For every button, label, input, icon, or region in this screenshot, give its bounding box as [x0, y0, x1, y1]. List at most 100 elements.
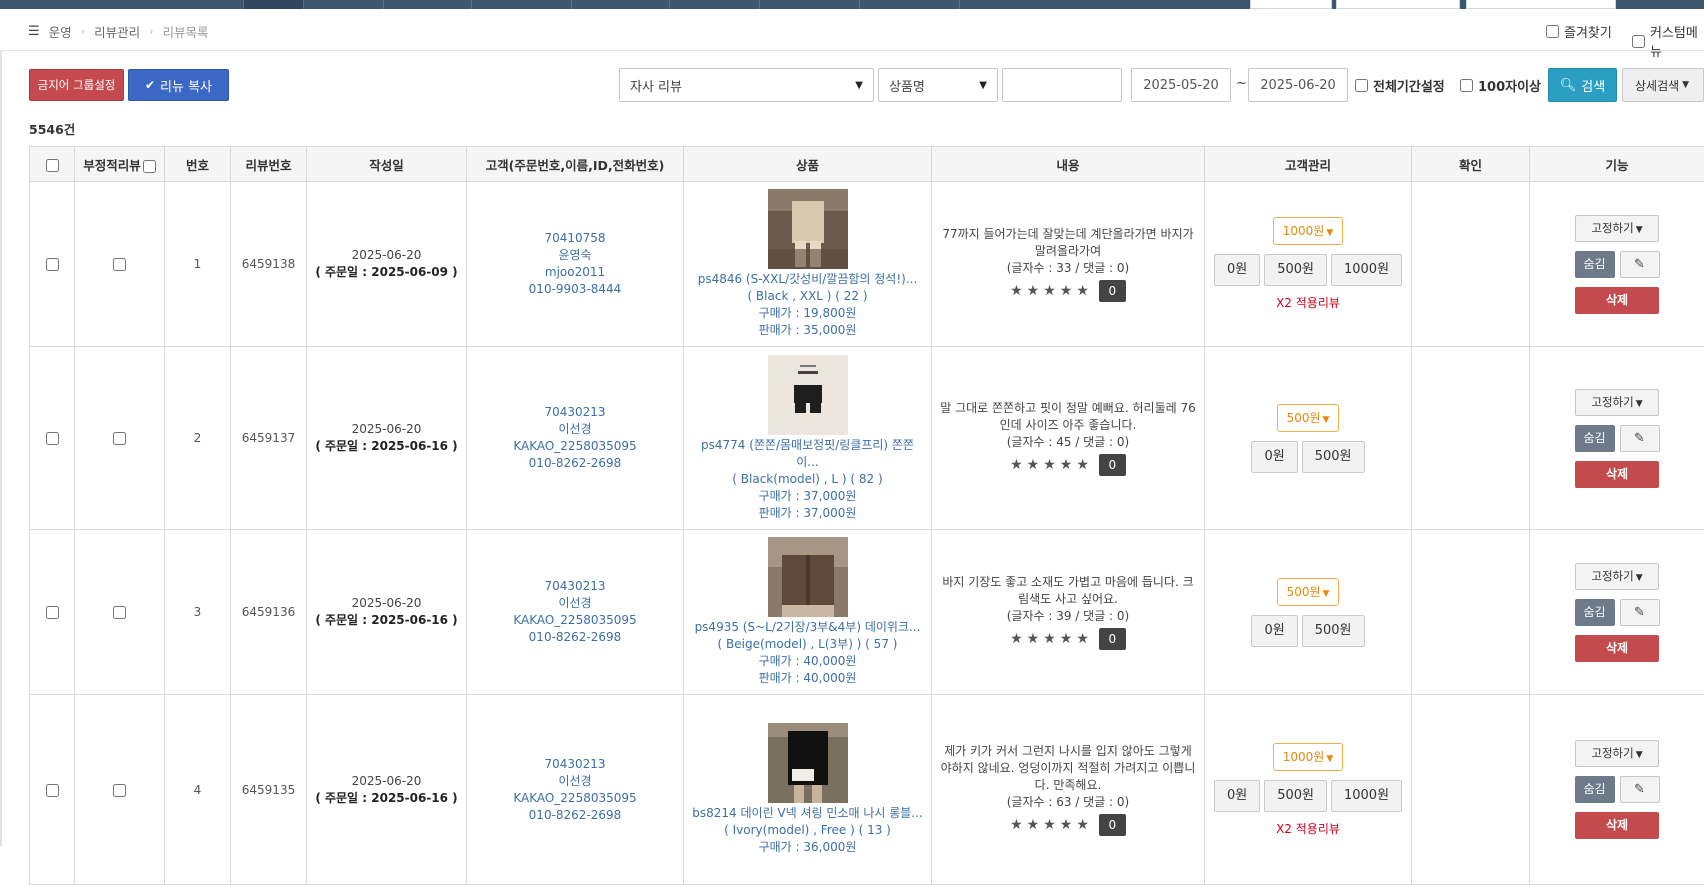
search-field-select[interactable]: 상품명 ▼ — [878, 68, 998, 102]
customer-name-link[interactable]: 이선경 — [467, 595, 683, 612]
delete-button[interactable]: 삭제 — [1575, 635, 1659, 662]
pin-dropdown-button[interactable]: 고정하기▼ — [1575, 389, 1659, 416]
top-tab[interactable] — [860, 0, 960, 9]
customer-name-link[interactable]: 이선경 — [467, 421, 683, 438]
point-dropdown[interactable]: 500원▼ — [1277, 404, 1340, 432]
ban-word-group-button[interactable]: 금지어 그룹설정 — [29, 69, 124, 101]
hide-button[interactable]: 숨김 — [1575, 599, 1615, 626]
point-button[interactable]: 0원 — [1214, 780, 1260, 812]
over100-checkbox[interactable] — [1460, 79, 1473, 92]
top-tab[interactable] — [304, 0, 384, 9]
review-copy-button[interactable]: ✔ 리뉴 복사 — [128, 69, 229, 101]
top-tab[interactable] — [244, 0, 304, 9]
over100-toggle[interactable]: 100자이상 — [1460, 76, 1541, 95]
row-checkbox[interactable] — [46, 432, 59, 445]
reply-count-badge[interactable]: 0 — [1099, 454, 1126, 476]
negative-review-checkbox[interactable] — [113, 606, 126, 619]
all-period-toggle[interactable]: 전체기간설정 — [1355, 76, 1445, 95]
delete-button[interactable]: 삭제 — [1575, 287, 1659, 314]
favorites-checkbox[interactable] — [1546, 25, 1559, 38]
date-to-input[interactable]: 2025-06-20 — [1248, 68, 1348, 102]
product-thumbnail[interactable] — [768, 189, 848, 269]
review-content[interactable]: 77까지 들어가는데 잘맞는데 계단올라가면 바지가 말려올라가여 — [932, 226, 1204, 260]
review-content[interactable]: 말 그대로 쫀쫀하고 핏이 정말 예뻐요. 허리둘레 76 인데 사이즈 아주 … — [932, 400, 1204, 434]
edit-icon[interactable]: ✎ — [1620, 599, 1660, 626]
point-dropdown[interactable]: 500원▼ — [1277, 578, 1340, 606]
edit-icon[interactable]: ✎ — [1620, 425, 1660, 452]
point-button[interactable]: 1000원 — [1331, 254, 1402, 286]
hide-button[interactable]: 숨김 — [1575, 776, 1615, 803]
all-period-checkbox[interactable] — [1355, 79, 1368, 92]
product-name-link[interactable]: ps4774 (쫀쫀/몸매보정핏/링클프리) 쫀쫀이... — [684, 437, 931, 471]
point-button[interactable]: 500원 — [1264, 254, 1327, 286]
customer-phone[interactable]: 010-9903-8444 — [467, 281, 683, 298]
pin-dropdown-button[interactable]: 고정하기▼ — [1575, 215, 1659, 242]
product-name-link[interactable]: ps4935 (S~L/2기장/3부&4부) 데이위크... — [684, 619, 931, 636]
customer-name-link[interactable]: 윤영숙 — [467, 247, 683, 264]
product-name-link[interactable]: ps4846 (S-XXL/갓성비/깔끔함의 정석!)... — [684, 271, 931, 288]
search-input[interactable] — [1002, 68, 1122, 102]
search-button[interactable]: 🔍︎ 검색 — [1548, 68, 1617, 102]
top-field[interactable] — [1250, 0, 1332, 9]
custom-menu-checkbox[interactable] — [1632, 35, 1645, 48]
review-type-select[interactable]: 자사 리뷰 ▼ — [619, 68, 874, 102]
top-tab[interactable] — [670, 0, 760, 9]
customer-id-link[interactable]: mjoo2011 — [467, 264, 683, 281]
pin-dropdown-button[interactable]: 고정하기▼ — [1575, 563, 1659, 590]
point-button[interactable]: 0원 — [1214, 254, 1260, 286]
top-tab[interactable] — [472, 0, 572, 9]
point-button[interactable]: 500원 — [1264, 780, 1327, 812]
reply-count-badge[interactable]: 0 — [1099, 814, 1126, 836]
delete-button[interactable]: 삭제 — [1575, 812, 1659, 839]
delete-button[interactable]: 삭제 — [1575, 461, 1659, 488]
hide-button[interactable]: 숨김 — [1575, 251, 1615, 278]
customer-id-link[interactable]: KAKAO_2258035095 — [467, 612, 683, 629]
pin-dropdown-button[interactable]: 고정하기▼ — [1575, 740, 1659, 767]
edit-icon[interactable]: ✎ — [1620, 251, 1660, 278]
row-checkbox[interactable] — [46, 606, 59, 619]
select-all-checkbox[interactable] — [46, 159, 59, 172]
customer-phone[interactable]: 010-8262-2698 — [467, 629, 683, 646]
breadcrumb-item[interactable]: 리뷰관리 — [94, 22, 140, 41]
customer-name-link[interactable]: 이선경 — [467, 773, 683, 790]
order-number-link[interactable]: 70410758 — [467, 230, 683, 247]
reply-count-badge[interactable]: 0 — [1099, 280, 1126, 302]
edit-icon[interactable]: ✎ — [1620, 776, 1660, 803]
top-tab[interactable] — [572, 0, 670, 9]
customer-phone[interactable]: 010-8262-2698 — [467, 807, 683, 824]
review-content[interactable]: 바지 기장도 좋고 소재도 가볍고 마음에 듭니다. 크림색도 사고 싶어요. — [932, 574, 1204, 608]
order-number-link[interactable]: 70430213 — [467, 404, 683, 421]
customer-id-link[interactable]: KAKAO_2258035095 — [467, 438, 683, 455]
point-button[interactable]: 1000원 — [1331, 780, 1402, 812]
breadcrumb-item[interactable]: 운영 — [49, 22, 72, 41]
point-button[interactable]: 0원 — [1251, 615, 1297, 647]
reply-count-badge[interactable]: 0 — [1099, 628, 1126, 650]
point-button[interactable]: 0원 — [1251, 441, 1297, 473]
product-thumbnail[interactable] — [768, 355, 848, 435]
product-thumbnail[interactable] — [768, 723, 848, 803]
order-number-link[interactable]: 70430213 — [467, 578, 683, 595]
row-checkbox[interactable] — [46, 784, 59, 797]
date-from-input[interactable]: 2025-05-20 — [1131, 68, 1231, 102]
customer-id-link[interactable]: KAKAO_2258035095 — [467, 790, 683, 807]
top-field[interactable] — [1336, 0, 1460, 9]
product-name-link[interactable]: bs8214 데이린 V넥 셔링 민소매 나시 롱블... — [684, 805, 931, 822]
top-tab[interactable] — [384, 0, 472, 9]
top-field[interactable] — [1466, 0, 1616, 9]
order-number-link[interactable]: 70430213 — [467, 756, 683, 773]
negative-all-checkbox[interactable] — [143, 160, 156, 173]
negative-review-checkbox[interactable] — [113, 258, 126, 271]
product-thumbnail[interactable] — [768, 537, 848, 617]
point-dropdown[interactable]: 1000원▼ — [1273, 743, 1344, 771]
top-tab[interactable] — [760, 0, 860, 9]
point-button[interactable]: 500원 — [1302, 615, 1365, 647]
detail-search-button[interactable]: 상세검색 ▼ — [1622, 68, 1704, 102]
top-tab[interactable] — [0, 0, 244, 9]
negative-review-checkbox[interactable] — [113, 784, 126, 797]
negative-review-checkbox[interactable] — [113, 432, 126, 445]
point-dropdown[interactable]: 1000원▼ — [1273, 217, 1344, 245]
row-checkbox[interactable] — [46, 258, 59, 271]
review-content[interactable]: 제가 키가 커서 그런지 나시를 입지 않아도 그렇게 야하지 않네요. 엉덩이… — [932, 743, 1204, 794]
customer-phone[interactable]: 010-8262-2698 — [467, 455, 683, 472]
custom-menu-toggle[interactable]: 커스텀메뉴 — [1632, 22, 1704, 60]
